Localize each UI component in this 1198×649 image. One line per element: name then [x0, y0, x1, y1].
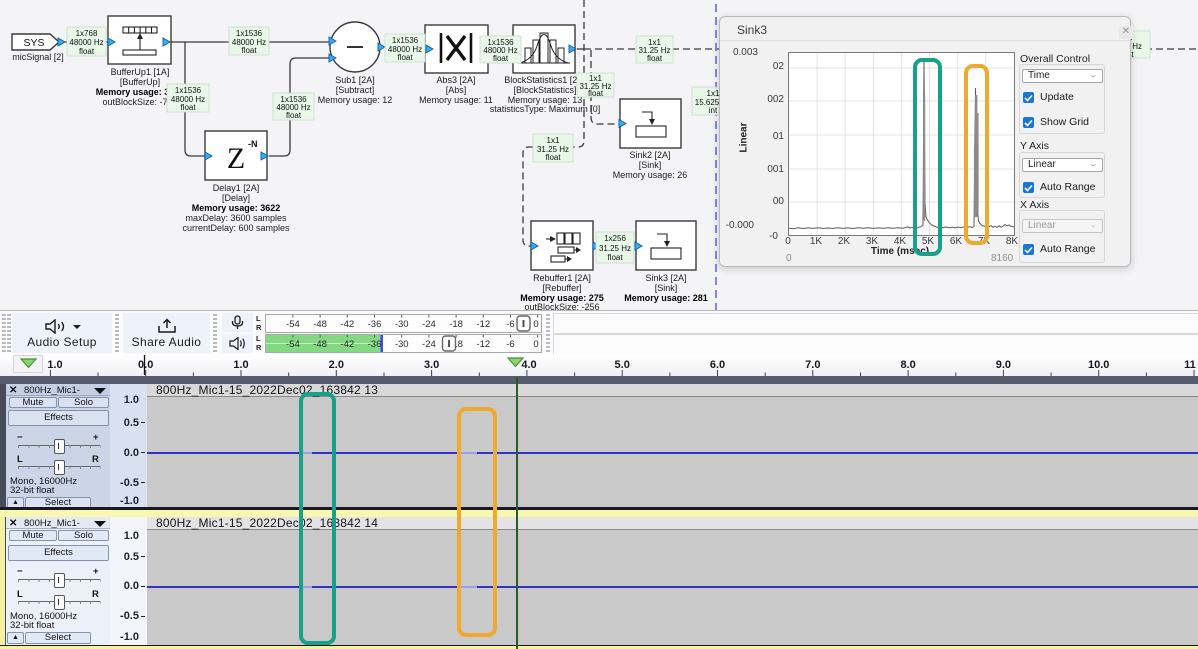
svg-text:1x1536: 1x1536	[175, 86, 202, 95]
svg-text:float: float	[607, 253, 623, 262]
svg-text:Memory usage: 281: Memory usage: 281	[624, 293, 708, 303]
svg-text:-6: -6	[506, 319, 514, 330]
svg-text:[Sink]: [Sink]	[655, 283, 678, 293]
svg-text:Delay1 [2A]: Delay1 [2A]	[213, 183, 260, 193]
svg-text:[Delay]: [Delay]	[222, 193, 250, 203]
svg-text:maxDelay: 3600 samples: maxDelay: 3600 samples	[185, 213, 287, 223]
svg-text:Memory usage: 3622: Memory usage: 3622	[192, 203, 281, 213]
svg-text:4.0: 4.0	[521, 359, 536, 371]
svg-text:1x1: 1x1	[707, 89, 720, 98]
svg-text:Memory usage: 11: Memory usage: 11	[419, 95, 493, 105]
svg-text:outBlockSize: -256: outBlockSize: -256	[524, 302, 599, 310]
svg-text:-N: -N	[248, 139, 258, 149]
svg-text:2.0: 2.0	[329, 359, 344, 371]
svg-text:-54: -54	[286, 339, 300, 350]
svg-text:10.0: 10.0	[1088, 359, 1109, 371]
svg-text:-36: -36	[368, 339, 382, 350]
svg-text:-48: -48	[313, 339, 327, 350]
svg-text:1x1536: 1x1536	[236, 29, 263, 38]
svg-text:float: float	[286, 111, 302, 120]
svg-text:float: float	[397, 53, 413, 62]
svg-text:currentDelay: 600 samples: currentDelay: 600 samples	[182, 223, 290, 233]
svg-text:3.0: 3.0	[424, 359, 439, 371]
svg-text:48000 Hz: 48000 Hz	[69, 38, 103, 47]
svg-text:-12: -12	[476, 319, 490, 330]
svg-text:Z: Z	[227, 142, 245, 175]
svg-text:1x1: 1x1	[547, 136, 560, 145]
svg-text:int: int	[709, 106, 718, 115]
svg-text:BlockStatistics1 [2A]: BlockStatistics1 [2A]	[504, 75, 586, 85]
svg-text:0: 0	[533, 339, 538, 350]
svg-text:1.0: 1.0	[233, 359, 248, 371]
svg-text:-24: -24	[422, 339, 436, 350]
svg-text:-42: -42	[340, 339, 354, 350]
svg-text:-48: -48	[313, 319, 327, 330]
svg-text:outBlockSize: -768: outBlockSize: -768	[102, 97, 177, 107]
svg-text:float: float	[79, 47, 95, 56]
svg-text:Rebuffer1 [2A]: Rebuffer1 [2A]	[533, 273, 591, 283]
svg-text:-36: -36	[368, 319, 382, 330]
svg-text:-18: -18	[449, 319, 463, 330]
svg-text:-30: -30	[395, 319, 409, 330]
svg-text:6.0: 6.0	[710, 359, 725, 371]
svg-text:1x1536: 1x1536	[392, 36, 419, 45]
svg-text:[BufferUp]: [BufferUp]	[120, 77, 160, 87]
svg-text:float: float	[180, 103, 196, 112]
svg-text:float: float	[588, 89, 604, 98]
svg-text:0.0: 0.0	[138, 359, 153, 371]
svg-text:Sub1 [2A]: Sub1 [2A]	[335, 75, 375, 85]
svg-text:float: float	[493, 54, 509, 63]
svg-text:[Subtract]: [Subtract]	[336, 85, 375, 95]
svg-text:micSignal [2]: micSignal [2]	[12, 52, 64, 62]
svg-text:BufferUp1 [1A]: BufferUp1 [1A]	[111, 67, 170, 77]
svg-text:float: float	[241, 46, 257, 55]
svg-text:Memory usage: 26: Memory usage: 26	[613, 170, 688, 180]
svg-text:1.0: 1.0	[47, 359, 62, 371]
svg-text:1x768: 1x768	[76, 29, 98, 38]
svg-text:statisticsType: Maximum [0]: statisticsType: Maximum [0]	[490, 104, 601, 114]
svg-text:7.0: 7.0	[805, 359, 820, 371]
svg-text:1x256: 1x256	[604, 234, 626, 243]
svg-text:Sink2 [2A]: Sink2 [2A]	[629, 150, 670, 160]
svg-text:-6: -6	[506, 339, 514, 350]
svg-text:-12: -12	[476, 339, 490, 350]
svg-text:-54: -54	[286, 319, 300, 330]
svg-text:-30: -30	[395, 339, 409, 350]
svg-text:5.0: 5.0	[615, 359, 630, 371]
svg-text:0: 0	[533, 319, 538, 330]
svg-text:11: 11	[1184, 359, 1196, 371]
svg-text:SYS: SYS	[23, 37, 44, 49]
svg-text:9.0: 9.0	[996, 359, 1011, 371]
svg-text:31.25 Hz: 31.25 Hz	[599, 244, 631, 253]
svg-text:-24: -24	[422, 319, 436, 330]
svg-text:float: float	[545, 153, 561, 162]
svg-text:[BlockStatistics]: [BlockStatistics]	[513, 85, 576, 95]
svg-text:[Sink]: [Sink]	[639, 160, 662, 170]
svg-text:Sink3 [2A]: Sink3 [2A]	[645, 273, 686, 283]
svg-text:float: float	[647, 54, 663, 63]
svg-text:Memory usage: 12: Memory usage: 12	[318, 95, 393, 105]
svg-text:[Abs]: [Abs]	[446, 85, 467, 95]
svg-text:Abs3 [2A]: Abs3 [2A]	[436, 75, 475, 85]
svg-text:[Rebuffer]: [Rebuffer]	[542, 283, 581, 293]
svg-text:-42: -42	[340, 319, 354, 330]
svg-text:8.0: 8.0	[900, 359, 915, 371]
